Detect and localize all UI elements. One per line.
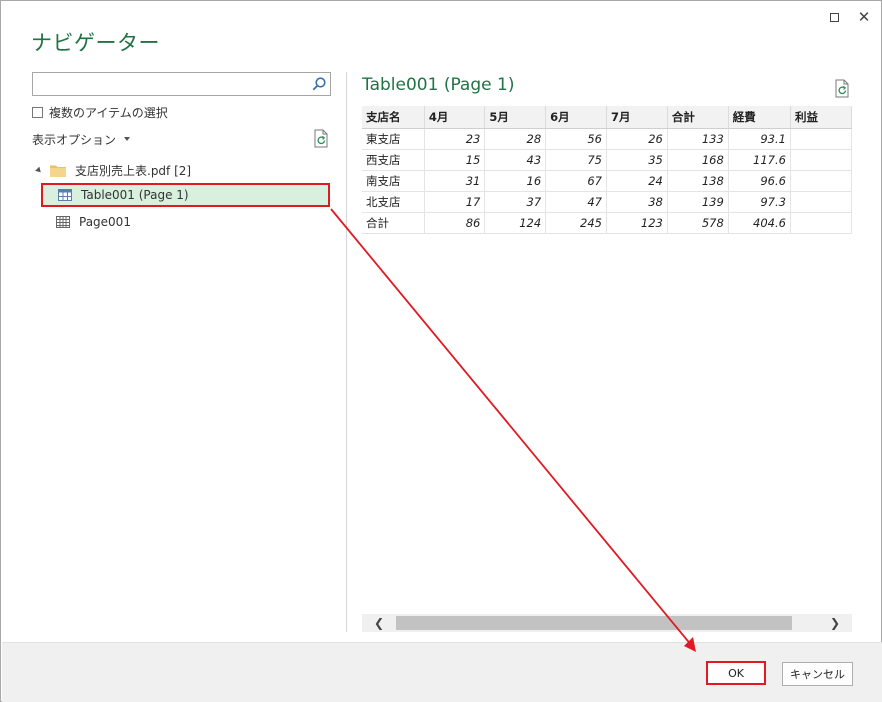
table-cell: 16 xyxy=(484,170,547,192)
column-header[interactable]: 7月 xyxy=(606,106,668,129)
table-cell xyxy=(790,170,852,192)
maximize-button[interactable] xyxy=(824,7,844,27)
table-cell: 117.6 xyxy=(728,149,791,171)
ok-button[interactable]: OK xyxy=(706,661,766,685)
table-cell: 245 xyxy=(545,212,607,234)
multi-select-checkbox[interactable] xyxy=(32,106,43,118)
column-header[interactable]: 支店名 xyxy=(362,106,425,129)
preview-title: Table001 (Page 1) xyxy=(362,75,515,95)
table-cell: 南支店 xyxy=(362,170,425,192)
table-cell: 西支店 xyxy=(362,149,425,171)
view-options-dropdown[interactable]: 表示オプション xyxy=(32,131,131,147)
multi-select-option[interactable]: 複数のアイテムの選択 xyxy=(32,104,168,120)
table-cell: 133 xyxy=(667,128,729,150)
table-row: 東支店 23 28 56 26 133 93.1 xyxy=(362,128,852,150)
table-cell: 47 xyxy=(545,191,607,213)
table-cell: 93.1 xyxy=(728,128,791,150)
table-row: 合計 86 124 245 123 578 404.6 xyxy=(362,212,852,234)
page-table-icon xyxy=(56,216,70,228)
table-cell: 東支店 xyxy=(362,128,425,150)
table-cell: 28 xyxy=(484,128,547,150)
multi-select-label: 複数のアイテムの選択 xyxy=(49,105,168,120)
table-row: 南支店 31 16 67 24 138 96.6 xyxy=(362,170,852,192)
folder-icon xyxy=(50,165,66,177)
table-cell: 138 xyxy=(667,170,729,192)
table-cell: 124 xyxy=(484,212,547,234)
pane-divider[interactable] xyxy=(346,72,347,632)
scrollbar-thumb[interactable] xyxy=(396,616,792,630)
table-header-row: 支店名 4月 5月 6月 7月 合計 経費 利益 xyxy=(362,106,852,129)
dialog-title: ナビゲーター xyxy=(31,31,160,55)
close-button[interactable]: ✕ xyxy=(854,7,874,27)
chevron-down-icon xyxy=(124,137,131,141)
column-header[interactable]: 合計 xyxy=(667,106,729,129)
search-box[interactable] xyxy=(32,72,331,96)
refresh-icon[interactable] xyxy=(833,79,851,99)
maximize-icon xyxy=(829,12,839,22)
table-cell: 97.3 xyxy=(728,191,791,213)
table-cell: 15 xyxy=(424,149,486,171)
close-icon: ✕ xyxy=(857,8,871,26)
tree-item-page001[interactable]: Page001 xyxy=(41,210,330,234)
table-cell xyxy=(790,212,852,234)
tree-item-table001[interactable]: Table001 (Page 1) xyxy=(41,183,330,207)
preview-table: 支店名 4月 5月 6月 7月 合計 経費 利益 東支店 23 28 56 26 xyxy=(362,106,852,234)
search-input[interactable] xyxy=(33,73,305,95)
table-cell: 75 xyxy=(545,149,607,171)
table-cell: 26 xyxy=(606,128,668,150)
table-cell: 578 xyxy=(667,212,729,234)
table-cell: 86 xyxy=(424,212,486,234)
tree-item-label: Page001 xyxy=(79,215,131,229)
table-row: 北支店 17 37 47 38 139 97.3 xyxy=(362,191,852,213)
tree-folder-node[interactable]: 支店別売上表.pdf [2] xyxy=(35,161,192,179)
column-header[interactable]: 経費 xyxy=(728,106,791,129)
table-cell xyxy=(790,149,852,171)
table-cell: 67 xyxy=(545,170,607,192)
column-header[interactable]: 6月 xyxy=(545,106,607,129)
table-cell: 38 xyxy=(606,191,668,213)
table-cell: 139 xyxy=(667,191,729,213)
table-cell xyxy=(790,191,852,213)
expand-collapse-icon[interactable] xyxy=(35,166,43,174)
table-cell: 96.6 xyxy=(728,170,791,192)
chevron-left-icon: ❮ xyxy=(373,616,385,630)
table-cell: 31 xyxy=(424,170,486,192)
table-cell: 合計 xyxy=(362,212,425,234)
dialog-footer: OK キャンセル xyxy=(2,642,882,702)
table-row: 西支店 15 43 75 35 168 117.6 xyxy=(362,149,852,171)
tree-item-label: Table001 (Page 1) xyxy=(81,188,189,202)
table-cell: 123 xyxy=(606,212,668,234)
navigator-dialog: ✕ ナビゲーター 複数のアイテムの選択 表示オプション 支店別売上表.pdf [… xyxy=(0,0,882,702)
table-cell: 北支店 xyxy=(362,191,425,213)
search-icon[interactable] xyxy=(311,76,327,92)
table-cell: 168 xyxy=(667,149,729,171)
scroll-left-button[interactable]: ❮ xyxy=(362,614,396,632)
table-cell: 35 xyxy=(606,149,668,171)
refresh-icon[interactable] xyxy=(312,129,330,149)
table-cell: 404.6 xyxy=(728,212,791,234)
table-cell: 56 xyxy=(545,128,607,150)
view-options-label: 表示オプション xyxy=(32,132,117,147)
folder-label: 支店別売上表.pdf [2] xyxy=(75,163,192,178)
table-icon xyxy=(58,189,72,201)
column-header[interactable]: 5月 xyxy=(484,106,547,129)
table-cell: 23 xyxy=(424,128,486,150)
horizontal-scrollbar[interactable]: ❮ ❯ xyxy=(362,614,852,632)
table-cell: 37 xyxy=(484,191,547,213)
table-cell xyxy=(790,128,852,150)
preview-grid[interactable]: 支店名 4月 5月 6月 7月 合計 経費 利益 東支店 23 28 56 26 xyxy=(362,106,852,234)
table-cell: 43 xyxy=(484,149,547,171)
table-cell: 17 xyxy=(424,191,486,213)
column-header[interactable]: 利益 xyxy=(790,106,852,129)
scroll-right-button[interactable]: ❯ xyxy=(818,614,852,632)
table-cell: 24 xyxy=(606,170,668,192)
column-header[interactable]: 4月 xyxy=(424,106,486,129)
chevron-right-icon: ❯ xyxy=(829,616,841,630)
cancel-button[interactable]: キャンセル xyxy=(782,662,853,686)
